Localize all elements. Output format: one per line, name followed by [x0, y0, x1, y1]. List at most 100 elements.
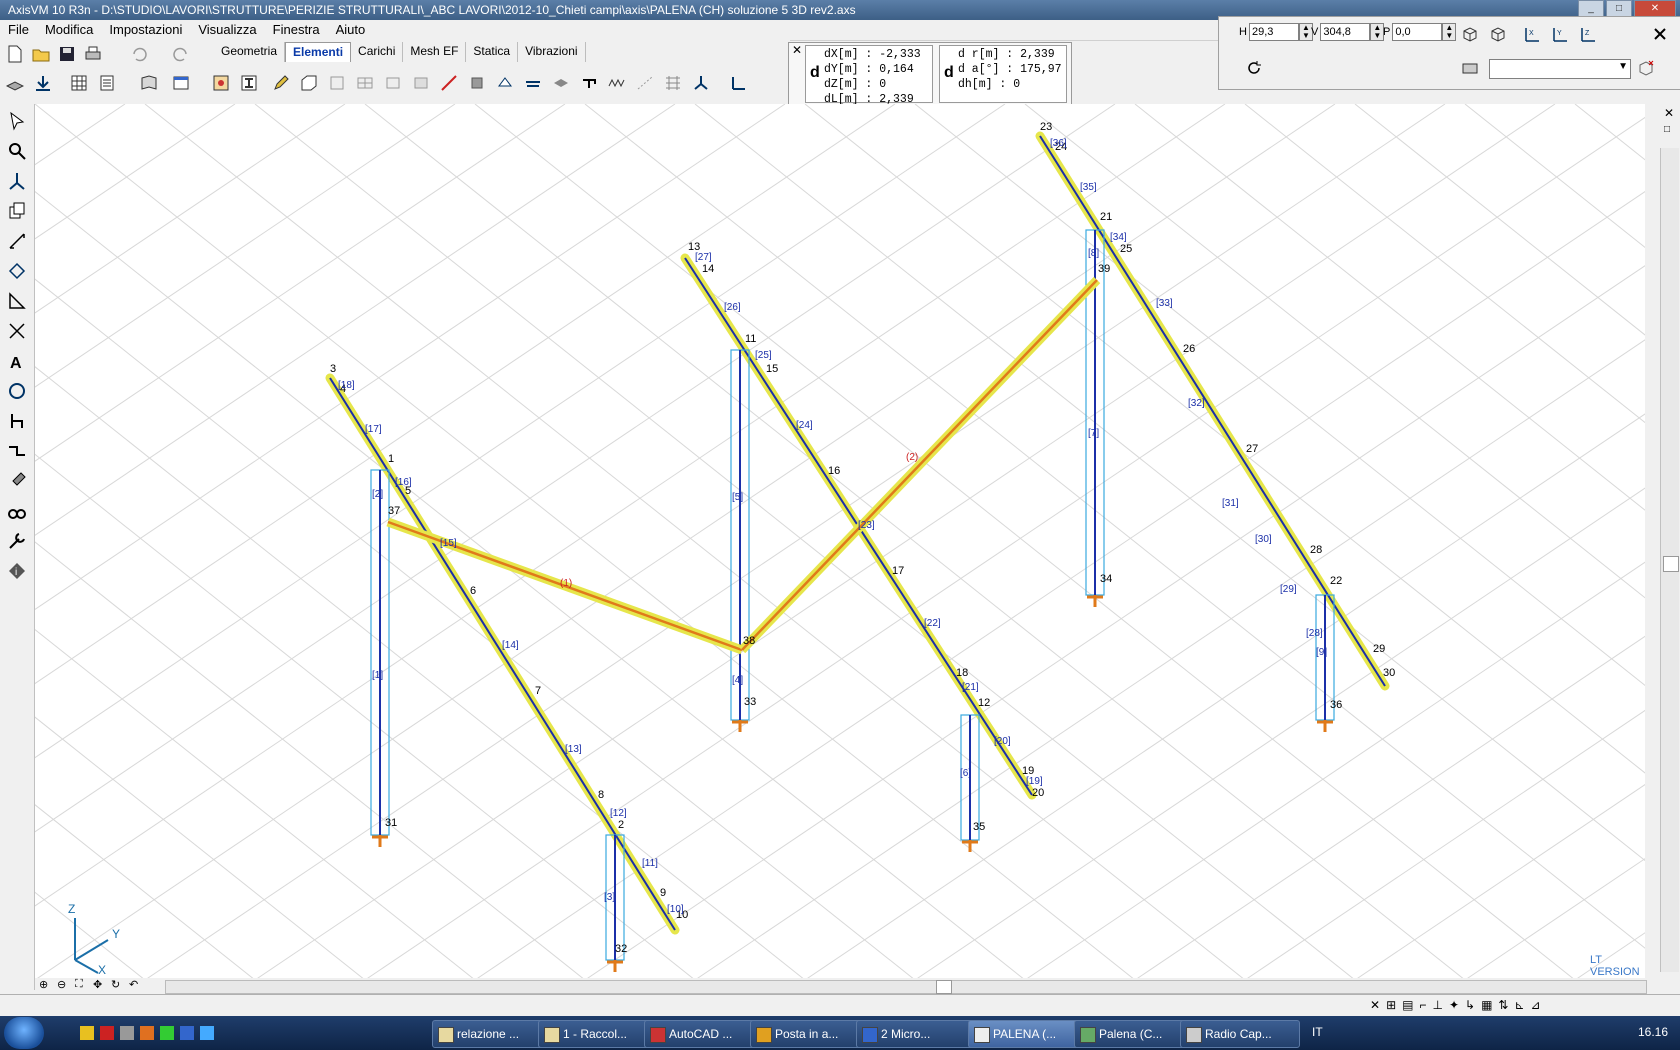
coord-close-icon[interactable]: ✕: [792, 43, 802, 57]
viewport-close-icon[interactable]: ✕: [1664, 106, 1674, 120]
tab-mesh-ef[interactable]: Mesh EF: [403, 42, 467, 62]
layer-icon[interactable]: [4, 72, 26, 94]
arrow-status-icon[interactable]: ↳: [1465, 998, 1475, 1012]
measure-icon[interactable]: ⊾: [1514, 998, 1524, 1012]
quick-launch-icon-7[interactable]: [200, 1026, 214, 1040]
quick-launch-icon-2[interactable]: [100, 1026, 114, 1040]
gap-icon[interactable]: [634, 72, 656, 94]
support-status-icon[interactable]: ⊥: [1432, 998, 1442, 1012]
task-relazione[interactable]: relazione ...: [432, 1020, 552, 1048]
book-icon[interactable]: [138, 72, 160, 94]
task-raccol[interactable]: 1 - Raccol...: [538, 1020, 658, 1048]
zoom-icon[interactable]: [4, 138, 30, 164]
menu-finestra[interactable]: Finestra: [265, 20, 328, 40]
h-angle-input[interactable]: 29,3: [1248, 23, 1299, 41]
report-icon[interactable]: [96, 72, 118, 94]
axis-status-icon[interactable]: ⊿: [1531, 998, 1541, 1012]
menu-impostazioni[interactable]: Impostazioni: [101, 20, 190, 40]
support-icon[interactable]: [494, 72, 516, 94]
open-folder-icon[interactable]: [30, 43, 52, 65]
p-angle-input[interactable]: 0,0: [1392, 23, 1443, 41]
info-icon[interactable]: i: [4, 558, 30, 584]
viewport-restore-icon[interactable]: □: [1664, 124, 1670, 135]
beam-icon[interactable]: [438, 72, 460, 94]
spring-icon[interactable]: [606, 72, 628, 94]
tab-geometria[interactable]: Geometria: [214, 42, 286, 62]
plate-icon[interactable]: [298, 72, 320, 94]
save-icon[interactable]: [56, 43, 78, 65]
intersect-icon[interactable]: [4, 318, 30, 344]
print-icon[interactable]: [82, 43, 104, 65]
vertical-scroll-thumb[interactable]: [1663, 556, 1679, 572]
menu-modifica[interactable]: Modifica: [37, 20, 101, 40]
zoom-out-icon[interactable]: ⊖: [57, 978, 66, 991]
domain-icon[interactable]: [410, 72, 432, 94]
pointer-icon[interactable]: [4, 108, 30, 134]
triangle-ruler-icon[interactable]: [4, 288, 30, 314]
view-xy-icon[interactable]: Z: [1577, 23, 1599, 45]
tab-statica[interactable]: Statica: [466, 42, 519, 62]
quick-launch-icon-1[interactable]: [80, 1026, 94, 1040]
node-icon[interactable]: [4, 258, 30, 284]
quick-launch-icon-4[interactable]: [140, 1026, 154, 1040]
cross-icon[interactable]: ✕: [1370, 998, 1380, 1012]
iso-box-icon[interactable]: [1487, 23, 1509, 45]
task-posta[interactable]: Posta in a...: [750, 1020, 870, 1048]
line-support-icon[interactable]: [522, 72, 544, 94]
link-icon[interactable]: [578, 72, 600, 94]
window-view-icon[interactable]: [170, 72, 192, 94]
task-micro[interactable]: 2 Micro...: [856, 1020, 986, 1048]
rotate-icon[interactable]: [1243, 57, 1265, 79]
quick-launch-icon-5[interactable]: [160, 1026, 174, 1040]
menu-aiuto[interactable]: Aiuto: [328, 20, 374, 40]
text-label-icon[interactable]: A: [4, 348, 30, 374]
task-palena-c[interactable]: Palena (C...: [1074, 1020, 1194, 1048]
task-palena-axisvm[interactable]: PALENA (...: [968, 1020, 1088, 1048]
binoculars-icon[interactable]: [4, 498, 30, 524]
menu-visualizza[interactable]: Visualizza: [190, 20, 264, 40]
menu-file[interactable]: File: [0, 20, 37, 40]
tab-elementi[interactable]: Elementi: [285, 42, 352, 62]
grid-mesh-icon[interactable]: [662, 72, 684, 94]
copy-icon[interactable]: [4, 198, 30, 224]
surface-support-icon[interactable]: [550, 72, 572, 94]
sections-icon[interactable]: [238, 72, 260, 94]
view-yz-icon[interactable]: Y: [1549, 23, 1571, 45]
table-status-icon[interactable]: ▦: [1481, 998, 1492, 1012]
perspective-box-icon[interactable]: [1459, 23, 1481, 45]
p-spin-icon[interactable]: ▲ ▼: [1442, 23, 1457, 41]
tab-carichi[interactable]: Carichi: [351, 42, 404, 62]
membrane-icon[interactable]: [326, 72, 348, 94]
dimension-icon[interactable]: [4, 228, 30, 254]
zoom-fit-icon[interactable]: ⛶: [75, 978, 83, 991]
view-xz-icon[interactable]: X: [1521, 23, 1543, 45]
view-panel-close-icon[interactable]: [1649, 23, 1671, 45]
table-icon[interactable]: [68, 72, 90, 94]
pencil-icon[interactable]: [270, 72, 292, 94]
brush-icon[interactable]: [4, 468, 30, 494]
shell-icon[interactable]: [382, 72, 404, 94]
chair-status-icon[interactable]: ⌐: [1419, 998, 1426, 1012]
level-icon[interactable]: [32, 72, 54, 94]
language-indicator[interactable]: IT: [1312, 1025, 1323, 1039]
task-radio[interactable]: Radio Cap...: [1180, 1020, 1300, 1048]
horizontal-scroll-thumb[interactable]: [936, 980, 952, 994]
tab-vibrazioni[interactable]: Vibrazioni: [518, 42, 586, 62]
new-file-icon[interactable]: [4, 43, 26, 65]
snap-icon[interactable]: ✦: [1449, 998, 1459, 1012]
v-angle-input[interactable]: 304,8: [1320, 23, 1371, 41]
start-button[interactable]: [4, 1017, 44, 1049]
rib-icon[interactable]: [466, 72, 488, 94]
undo-icon[interactable]: [128, 43, 150, 65]
view-save-icon[interactable]: [1459, 57, 1481, 79]
circle-select-icon[interactable]: [4, 378, 30, 404]
wall-icon[interactable]: [354, 72, 376, 94]
grid-toggle-icon[interactable]: ⊞: [1386, 998, 1396, 1012]
redo-icon[interactable]: [170, 43, 192, 65]
delete-view-icon[interactable]: [1635, 57, 1657, 79]
model-viewport[interactable]: 1 2 3 4 5 6 7 8 9 10 11 12 13 14 15 16 17 18 19 20 21 22 23 24 2…: [35, 104, 1645, 980]
materials-icon[interactable]: [210, 72, 232, 94]
rotate-view-icon[interactable]: ↻: [111, 978, 120, 991]
quick-launch-icon-6[interactable]: [180, 1026, 194, 1040]
axes-icon[interactable]: [4, 168, 30, 194]
